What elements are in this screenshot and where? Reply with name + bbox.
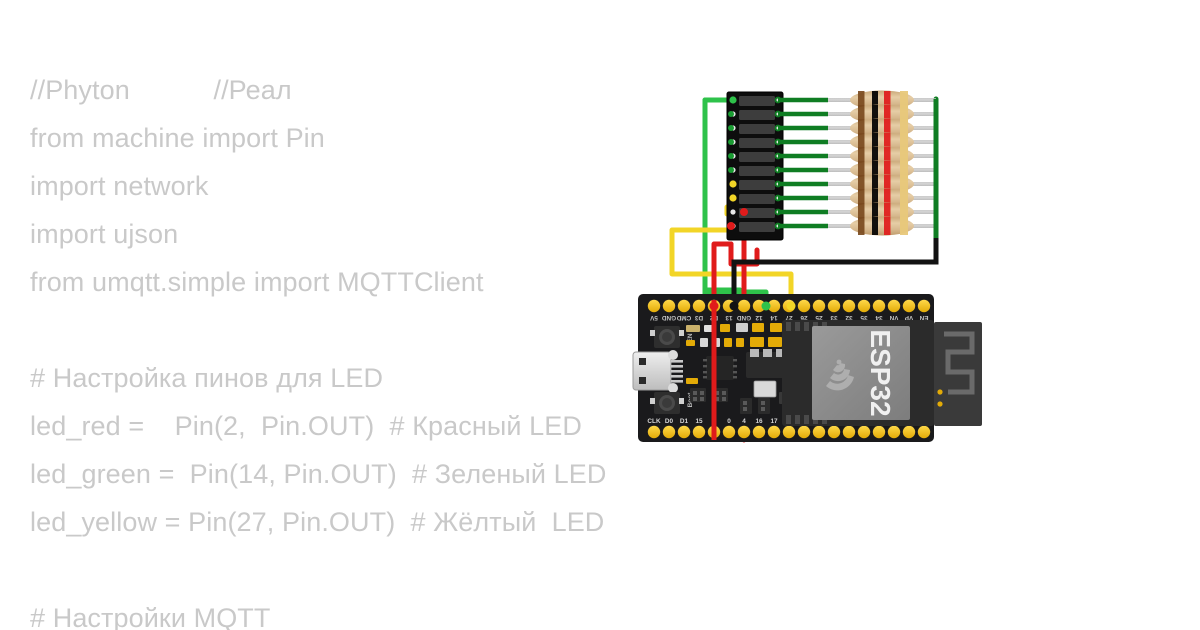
svg-text:RX: RX — [860, 418, 870, 425]
svg-text:12: 12 — [755, 314, 763, 321]
code-line: import ujson — [30, 219, 179, 249]
resistor — [828, 104, 936, 124]
code-text-panel: //Phyton //Реал from machine import Pin … — [30, 66, 730, 630]
code-line: led_red = Pin(2, Pin.OUT) # Красный LED — [30, 411, 582, 441]
resistor — [828, 160, 936, 180]
wire-solder-dots — [727, 96, 748, 230]
svg-text:5: 5 — [787, 418, 791, 425]
resistor — [828, 174, 936, 194]
svg-text:26: 26 — [800, 314, 808, 321]
svg-text:GND: GND — [917, 418, 932, 425]
svg-text:GND: GND — [737, 314, 752, 321]
svg-text:TX: TX — [875, 418, 884, 425]
code-line: led_green = Pin(14, Pin.OUT) # Зеленый L… — [30, 459, 607, 489]
resistor-array — [828, 90, 936, 236]
resistor — [828, 188, 936, 208]
svg-text:21: 21 — [845, 418, 853, 425]
svg-text:23: 23 — [905, 418, 913, 425]
led-bar-graph — [726, 91, 828, 241]
svg-text:32: 32 — [845, 314, 853, 321]
code-line: # Настройки MQTT — [30, 603, 271, 630]
svg-text:25: 25 — [815, 314, 823, 321]
code-line: # Настройка пинов для LED — [30, 363, 384, 393]
svg-text:4: 4 — [742, 418, 746, 425]
svg-text:22: 22 — [890, 418, 898, 425]
code-line: from umqtt.simple import MQTTClient — [30, 267, 484, 297]
resistor — [828, 118, 936, 138]
svg-text:EN: EN — [919, 314, 928, 321]
svg-text:14: 14 — [770, 314, 778, 321]
esp32-module-label: ESP32 — [865, 329, 896, 416]
svg-text:VN: VN — [889, 314, 898, 321]
svg-text:16: 16 — [755, 418, 763, 425]
code-line: led_yellow = Pin(27, Pin.OUT) # Жёлтый L… — [30, 507, 605, 537]
svg-text:19: 19 — [815, 418, 823, 425]
svg-text:17: 17 — [770, 418, 778, 425]
svg-text:VP: VP — [904, 314, 913, 321]
espressif-logo — [826, 359, 854, 391]
svg-text:18: 18 — [800, 418, 808, 425]
svg-text:33: 33 — [830, 314, 838, 321]
resistor — [828, 202, 936, 222]
resistor — [828, 146, 936, 166]
code-line: //Phyton //Реал — [30, 75, 292, 105]
code-line: import network — [30, 171, 209, 201]
wire-black-to-gnd — [731, 235, 939, 309]
esp32-module: ESP32 — [782, 320, 934, 426]
resistor — [828, 132, 936, 152]
svg-text:34: 34 — [875, 314, 883, 321]
code-line: from machine import Pin — [30, 123, 325, 153]
svg-text:27: 27 — [785, 314, 793, 321]
svg-text:35: 35 — [860, 314, 868, 321]
wire-black-gnd-top — [731, 238, 939, 306]
svg-text:GND: GND — [827, 418, 842, 425]
resistor — [828, 216, 936, 236]
resistor — [828, 90, 936, 110]
